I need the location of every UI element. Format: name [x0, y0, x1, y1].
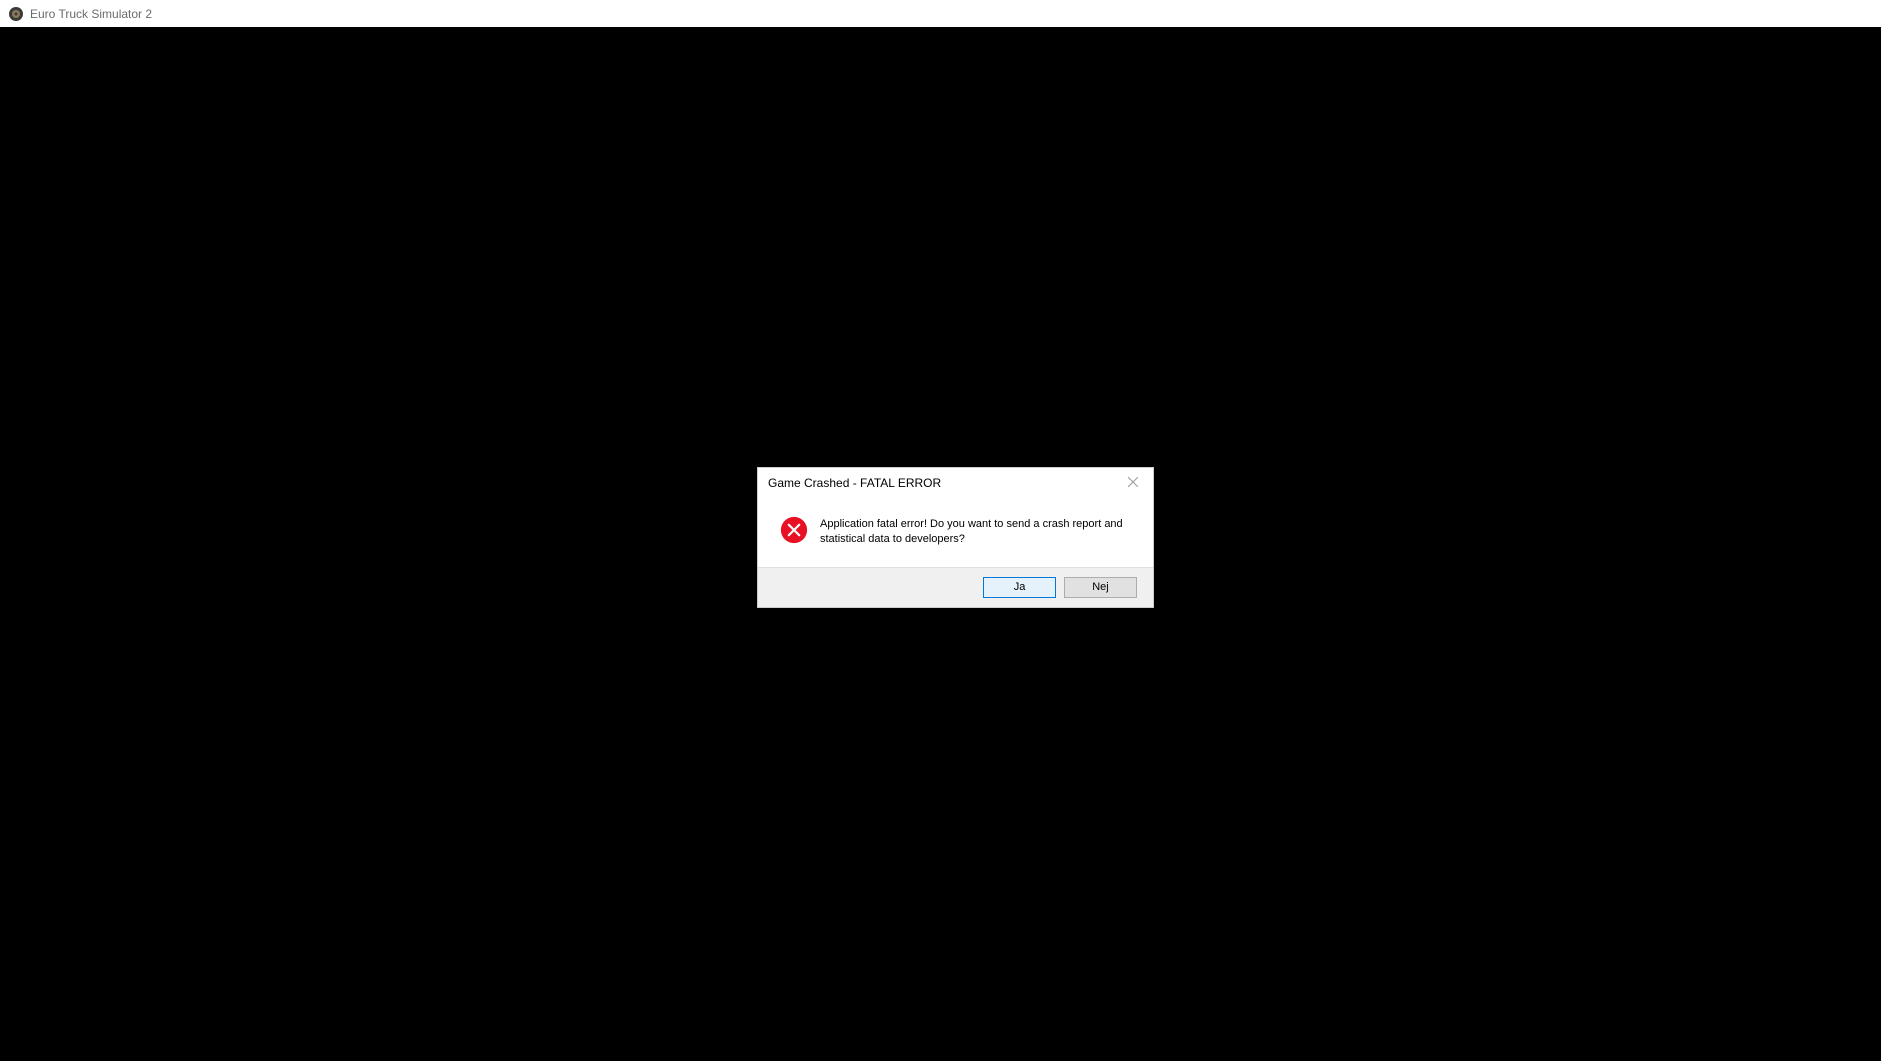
no-button[interactable]: Nej	[1064, 577, 1137, 598]
dialog-body: Application fatal error! Do you want to …	[758, 498, 1153, 567]
dialog-title: Game Crashed - FATAL ERROR	[768, 476, 941, 490]
yes-button[interactable]: Ja	[983, 577, 1056, 598]
dialog-footer: Ja Nej	[758, 567, 1153, 607]
dialog-close-button[interactable]	[1113, 468, 1153, 498]
dialog-message: Application fatal error! Do you want to …	[820, 516, 1137, 547]
main-content-area: Game Crashed - FATAL ERROR Applica	[0, 27, 1881, 1061]
crash-dialog: Game Crashed - FATAL ERROR Applica	[757, 467, 1154, 608]
window-title-bar: Euro Truck Simulator 2	[0, 0, 1881, 27]
close-icon	[1128, 474, 1138, 492]
app-icon	[8, 6, 24, 22]
window-title: Euro Truck Simulator 2	[30, 7, 152, 21]
dialog-titlebar: Game Crashed - FATAL ERROR	[758, 468, 1153, 498]
error-icon	[780, 516, 808, 544]
